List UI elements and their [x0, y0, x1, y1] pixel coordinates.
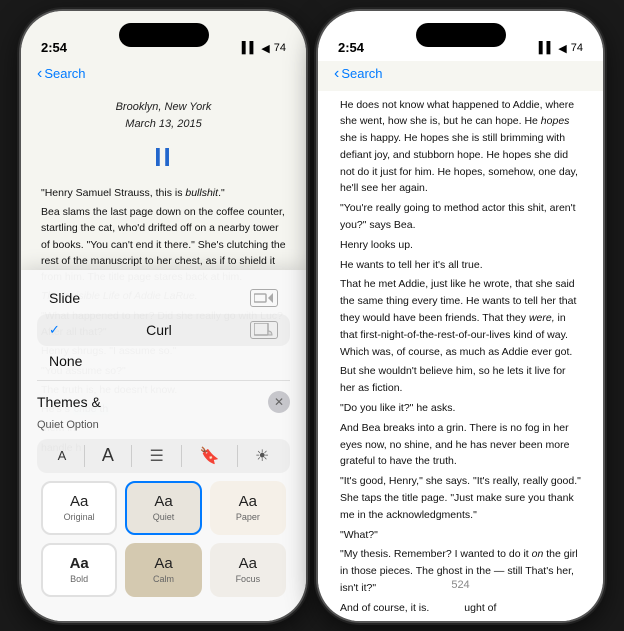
font-large-ctrl[interactable]: A [102, 445, 114, 466]
right-para-1: He does not know what happened to Addie,… [340, 97, 581, 198]
slide-option-curl[interactable]: ✓ Curl [37, 314, 290, 346]
left-back-button[interactable]: ‹ Search [37, 65, 86, 83]
bottom-panel: Slide ✓ Curl None [21, 270, 306, 621]
font-small-a: A [58, 448, 67, 463]
phone-right: 2:54 ▌▌ ◀ 74 ‹ Search He does not know w… [318, 11, 603, 621]
quiet-option-text: Quiet Option [37, 419, 290, 431]
theme-focus-aa: Aa [239, 555, 257, 572]
theme-quiet-aa: Aa [154, 493, 172, 510]
right-status-icons: ▌▌ ◀ 74 [539, 42, 583, 55]
slide-icon [250, 289, 278, 307]
theme-grid: Aa Original Aa Quiet Aa Paper Aa [37, 481, 290, 597]
right-para-8: And Bea breaks into a grin. There is no … [340, 420, 581, 470]
check-icon: ✓ [49, 322, 60, 338]
page-number: 524 [451, 579, 469, 591]
right-para-13: Henry runs his h his, but relieved and l… [340, 620, 581, 621]
right-para-6: But she wouldn't believe him, so he lets… [340, 363, 581, 397]
themes-title: Themes & [37, 394, 101, 410]
right-para-7: "Do you like it?" he asks. [340, 400, 581, 417]
book-para-1: "Henry Samuel Strauss, this is bullshit.… [41, 185, 286, 201]
right-status-time: 2:54 [338, 40, 364, 55]
font-brightness-ctrl[interactable]: ☀ [255, 446, 269, 466]
left-back-arrow-icon: ‹ [37, 65, 42, 83]
ctrl-divider-4 [237, 445, 238, 467]
theme-original-name: Original [64, 512, 95, 522]
slide-option-none[interactable]: None [37, 346, 290, 376]
ctrl-divider-1 [84, 445, 85, 467]
right-para-3: Henry looks up. [340, 237, 581, 254]
right-signal-icon: ▌▌ [539, 42, 555, 54]
font-bookmark-ctrl[interactable]: 🔖 [199, 446, 219, 466]
wifi-icon: ◀ [261, 42, 269, 55]
dynamic-island [119, 23, 209, 47]
theme-calm-name: Calm [153, 574, 174, 584]
left-nav-bar: ‹ Search [21, 61, 306, 91]
theme-calm[interactable]: Aa Calm [125, 543, 201, 597]
right-nav-bar: ‹ Search [318, 61, 603, 91]
left-back-label: Search [44, 66, 85, 81]
themes-header: Themes & ✕ [37, 391, 290, 413]
brightness-icon: ☀ [255, 446, 269, 466]
ctrl-divider-3 [181, 445, 182, 467]
ctrl-divider-2 [131, 445, 132, 467]
right-back-button[interactable]: ‹ Search [334, 65, 383, 83]
font-controls: A A ☰ 🔖 [37, 439, 290, 473]
theme-focus[interactable]: Aa Focus [210, 543, 286, 597]
themes-section: Themes & ✕ Quiet Option A A [21, 385, 306, 597]
theme-paper-aa: Aa [239, 493, 257, 510]
slide-option-slide[interactable]: Slide [37, 282, 290, 314]
none-label: None [49, 353, 82, 369]
phones-container: 2:54 ▌▌ ◀ 74 ‹ Search Brooklyn, New York [21, 11, 603, 621]
chapter-number: II [41, 137, 286, 177]
slide-options: Slide ✓ Curl None [21, 282, 306, 376]
signal-icon: ▌▌ [242, 42, 258, 54]
left-phone-content: 2:54 ▌▌ ◀ 74 ‹ Search Brooklyn, New York [21, 11, 306, 621]
theme-bold[interactable]: Aa Bold [41, 543, 117, 597]
right-battery-icon: 74 [571, 42, 583, 54]
curl-icon [250, 321, 278, 339]
phone-left: 2:54 ▌▌ ◀ 74 ‹ Search Brooklyn, New York [21, 11, 306, 621]
right-back-label: Search [341, 66, 382, 81]
font-small-ctrl[interactable]: A [58, 448, 67, 463]
font-format-icon: ☰ [150, 446, 164, 466]
right-para-4: He wants to tell her it's all true. [340, 257, 581, 274]
theme-original[interactable]: Aa Original [41, 481, 117, 535]
font-format-ctrl[interactable]: ☰ [150, 446, 164, 466]
right-para-5: That he met Addie, just like he wrote, t… [340, 276, 581, 360]
right-wifi-icon: ◀ [558, 42, 566, 55]
right-para-12: And of course, it is. ught of [340, 600, 581, 617]
theme-quiet-name: Quiet [153, 512, 175, 522]
font-large-a: A [102, 445, 114, 466]
right-book-text: He does not know what happened to Addie,… [318, 91, 603, 621]
left-status-time: 2:54 [41, 40, 67, 55]
theme-quiet[interactable]: Aa Quiet [125, 481, 201, 535]
close-button[interactable]: ✕ [268, 391, 290, 413]
slide-label: Slide [49, 290, 80, 306]
book-location: Brooklyn, New York March 13, 2015 [41, 99, 286, 133]
theme-calm-aa: Aa [154, 555, 172, 572]
right-para-2: "You're really going to method actor thi… [340, 200, 581, 234]
right-para-9: "It's good, Henry," she says. "It's real… [340, 473, 581, 523]
panel-divider-1 [37, 380, 290, 381]
curl-label: Curl [146, 322, 172, 338]
theme-paper-name: Paper [236, 512, 260, 522]
battery-icon: 74 [274, 42, 286, 54]
theme-bold-name: Bold [70, 574, 88, 584]
right-dynamic-island [416, 23, 506, 47]
bookmark-icon: 🔖 [199, 446, 219, 466]
left-status-icons: ▌▌ ◀ 74 [242, 42, 286, 55]
right-para-10: "What?" [340, 527, 581, 544]
theme-original-aa: Aa [70, 493, 88, 510]
theme-focus-name: Focus [236, 574, 261, 584]
theme-bold-aa: Aa [70, 555, 89, 572]
right-phone-content: 2:54 ▌▌ ◀ 74 ‹ Search He does not know w… [318, 11, 603, 621]
right-back-arrow-icon: ‹ [334, 65, 339, 83]
theme-paper[interactable]: Aa Paper [210, 481, 286, 535]
